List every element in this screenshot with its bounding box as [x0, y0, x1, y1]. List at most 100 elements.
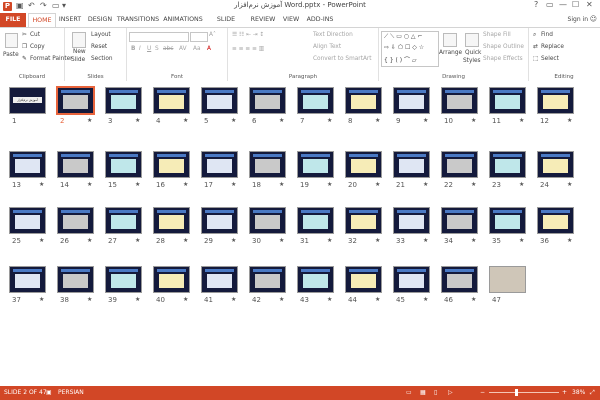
- slide-thumbnail[interactable]: [250, 152, 285, 177]
- slide-thumbnail[interactable]: [154, 152, 189, 177]
- slide-thumbnail[interactable]: [490, 208, 525, 233]
- slide-thumbnail[interactable]: [202, 208, 237, 233]
- slide-thumbnail[interactable]: [394, 88, 429, 113]
- shadow-button[interactable]: S: [155, 46, 159, 52]
- transition-indicator-icon[interactable]: ★: [135, 296, 140, 303]
- slide-thumbnail[interactable]: [346, 88, 381, 113]
- strikethrough-button[interactable]: abc: [163, 46, 173, 52]
- slide-thumbnail[interactable]: [202, 152, 237, 177]
- minimize-icon[interactable]: —: [559, 0, 567, 9]
- transition-indicator-icon[interactable]: ★: [519, 237, 524, 244]
- tab-animations[interactable]: ANIMATIONS: [162, 13, 204, 27]
- language-indicator[interactable]: PERSIAN: [58, 389, 84, 396]
- transition-indicator-icon[interactable]: ★: [423, 296, 428, 303]
- transition-indicator-icon[interactable]: ★: [87, 296, 92, 303]
- tab-file[interactable]: FILE: [0, 13, 26, 27]
- slide-thumbnail[interactable]: [154, 88, 189, 113]
- transition-indicator-icon[interactable]: ★: [39, 296, 44, 303]
- slide-thumbnail[interactable]: [250, 88, 285, 113]
- slide-thumbnail[interactable]: [106, 88, 141, 113]
- slide-thumbnail[interactable]: [10, 152, 45, 177]
- slide-thumbnail[interactable]: [442, 88, 477, 113]
- close-icon[interactable]: ✕: [586, 0, 593, 9]
- copy-button[interactable]: Copy: [30, 44, 45, 50]
- font-size-box[interactable]: [190, 32, 208, 42]
- shape-line-icon[interactable]: ⟋ ⟍ ▭ ○ △ ⌐: [384, 33, 422, 41]
- font-name-box[interactable]: [129, 32, 189, 42]
- slide-thumbnail[interactable]: [490, 152, 525, 177]
- find-button[interactable]: Find: [541, 32, 553, 38]
- shape-outline-button[interactable]: Shape Outline: [483, 44, 524, 50]
- slide-thumbnail[interactable]: [298, 88, 333, 113]
- transition-indicator-icon[interactable]: ★: [231, 296, 236, 303]
- slide-thumbnail[interactable]: [490, 267, 525, 292]
- tab-review[interactable]: REVIEW: [249, 13, 277, 27]
- zoom-level[interactable]: 38%: [572, 389, 585, 396]
- tab-design[interactable]: DESIGN: [86, 13, 114, 27]
- transition-indicator-icon[interactable]: ★: [375, 237, 380, 244]
- slide-thumbnail[interactable]: [10, 208, 45, 233]
- slide-thumbnail[interactable]: [538, 88, 573, 113]
- slide-thumbnail[interactable]: [346, 152, 381, 177]
- new-slide-icon[interactable]: [72, 32, 86, 48]
- slide-thumbnail[interactable]: [250, 208, 285, 233]
- transition-indicator-icon[interactable]: ★: [423, 181, 428, 188]
- zoom-out-button[interactable]: −: [480, 389, 485, 396]
- transition-indicator-icon[interactable]: ★: [279, 181, 284, 188]
- transition-indicator-icon[interactable]: ★: [231, 237, 236, 244]
- convert-smartart-button[interactable]: Convert to SmartArt: [313, 56, 372, 62]
- transition-indicator-icon[interactable]: ★: [135, 181, 140, 188]
- align-icons[interactable]: ≡ ≡ ≡ ≡ ▥: [232, 46, 264, 52]
- transition-indicator-icon[interactable]: ★: [327, 181, 332, 188]
- transition-indicator-icon[interactable]: ★: [327, 296, 332, 303]
- transition-indicator-icon[interactable]: ★: [519, 181, 524, 188]
- zoom-slider-thumb[interactable]: [515, 389, 518, 396]
- slide-thumbnail[interactable]: [58, 152, 93, 177]
- slide-thumbnail[interactable]: [154, 208, 189, 233]
- transition-indicator-icon[interactable]: ★: [183, 181, 188, 188]
- slide-thumbnail[interactable]: [346, 267, 381, 292]
- slide-thumbnail[interactable]: [298, 208, 333, 233]
- transition-indicator-icon[interactable]: ★: [375, 117, 380, 124]
- arrange-button[interactable]: Arrange: [439, 50, 462, 56]
- slide-sorter-view-icon[interactable]: ▦: [420, 389, 426, 396]
- spellcheck-icon[interactable]: ▣: [46, 389, 52, 396]
- paste-icon[interactable]: [5, 33, 18, 48]
- transition-indicator-icon[interactable]: ★: [279, 237, 284, 244]
- transition-indicator-icon[interactable]: ★: [279, 296, 284, 303]
- transition-indicator-icon[interactable]: ★: [567, 237, 572, 244]
- font-color-button[interactable]: A: [207, 46, 211, 52]
- italic-button[interactable]: I: [139, 46, 141, 52]
- slide-thumbnail[interactable]: [490, 88, 525, 113]
- shape-effects-button[interactable]: Shape Effects: [483, 56, 523, 62]
- transition-indicator-icon[interactable]: ★: [567, 181, 572, 188]
- slide-thumbnail[interactable]: [442, 152, 477, 177]
- change-case-button[interactable]: Aa: [193, 46, 201, 52]
- slide-thumbnail[interactable]: [106, 267, 141, 292]
- new-slide-button[interactable]: New: [73, 49, 86, 55]
- help-icon[interactable]: ?: [534, 0, 538, 9]
- slide-thumbnail[interactable]: [394, 267, 429, 292]
- slide-thumbnail[interactable]: [58, 208, 93, 233]
- sign-in-link[interactable]: Sign in: [568, 16, 588, 23]
- align-text-button[interactable]: Align Text: [313, 44, 341, 50]
- layout-button[interactable]: Layout: [91, 32, 111, 38]
- transition-indicator-icon[interactable]: ★: [87, 181, 92, 188]
- shape-fill-button[interactable]: Shape Fill: [483, 32, 511, 38]
- transition-indicator-icon[interactable]: ★: [471, 237, 476, 244]
- slide-thumbnail[interactable]: [10, 267, 45, 292]
- zoom-slider[interactable]: [489, 392, 559, 393]
- slide-thumbnail[interactable]: [202, 88, 237, 113]
- ribbon-display-icon[interactable]: ▭: [546, 0, 554, 9]
- reset-button[interactable]: Reset: [91, 44, 107, 50]
- transition-indicator-icon[interactable]: ★: [423, 237, 428, 244]
- slide-thumbnail[interactable]: [250, 267, 285, 292]
- zoom-in-button[interactable]: +: [562, 389, 567, 396]
- slide-thumbnail[interactable]: آموزش نرم‌افزار Word: [10, 88, 45, 113]
- shape-arrow-icon[interactable]: ⇨ ⇩ ⬠ ☐ ◇ ☆: [384, 44, 424, 51]
- slide-thumbnail[interactable]: [538, 152, 573, 177]
- replace-button[interactable]: Replace: [541, 44, 564, 50]
- transition-indicator-icon[interactable]: ★: [135, 117, 140, 124]
- slide-thumbnail[interactable]: [298, 267, 333, 292]
- slide-thumbnail[interactable]: [106, 152, 141, 177]
